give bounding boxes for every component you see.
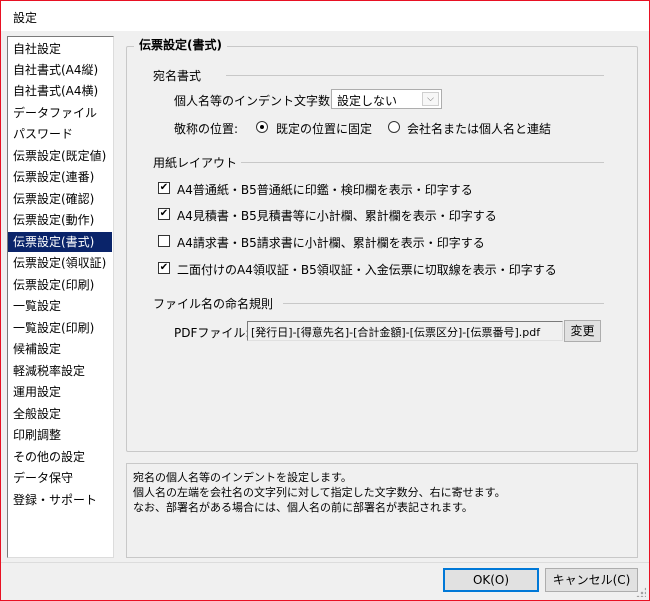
sidebar-item-data-maintenance[interactable]: データ保守 bbox=[8, 468, 112, 488]
checkbox-seal-column-label[interactable]: A4普通紙・B5普通紙に印鑑・検印欄を表示・印字する bbox=[177, 181, 473, 198]
sidebar-item-slip-print[interactable]: 伝票設定(印刷) bbox=[8, 275, 112, 295]
honorific-linked-label[interactable]: 会社名または個人名と連結 bbox=[407, 120, 551, 137]
settings-dialog: 設定 自社設定 自社書式(A4縦) 自社書式(A4横) データファイル パスワー… bbox=[0, 0, 650, 601]
sidebar-item-slip-confirm[interactable]: 伝票設定(確認) bbox=[8, 189, 112, 209]
sidebar-item-data-file[interactable]: データファイル bbox=[8, 103, 112, 123]
sidebar-item-password[interactable]: パスワード bbox=[8, 124, 112, 144]
checkbox-estimate-subtotal[interactable]: ✔ bbox=[158, 208, 170, 220]
pdf-filename-value: [発行日]-[得意先名]-[合計金額]-[伝票区分]-[伝票番号].pdf bbox=[251, 326, 541, 339]
group-title: 伝票設定(書式) bbox=[134, 36, 227, 53]
description-line: 個人名の左端を会社名の文字列に対して指定した文字数分、右に寄せます。 bbox=[133, 486, 506, 499]
checkbox-cut-line[interactable]: ✔ bbox=[158, 262, 170, 274]
sidebar-item-slip-receipt[interactable]: 伝票設定(領収証) bbox=[8, 253, 112, 273]
indent-label: 個人名等のインデント文字数: bbox=[174, 94, 335, 108]
sidebar-item-slip-numbering[interactable]: 伝票設定(連番) bbox=[8, 167, 112, 187]
sidebar-item-candidates[interactable]: 候補設定 bbox=[8, 339, 112, 359]
title-bar: 設定 bbox=[1, 1, 649, 31]
honorific-linked-radio[interactable] bbox=[388, 121, 400, 133]
honorific-label: 敬称の位置: bbox=[174, 122, 239, 136]
sidebar-item-list-print[interactable]: 一覧設定(印刷) bbox=[8, 318, 112, 338]
checkbox-estimate-subtotal-label[interactable]: A4見積書・B5見積書等に小計欄、累計欄を表示・印字する bbox=[177, 207, 497, 224]
settings-category-list[interactable]: 自社設定 自社書式(A4縦) 自社書式(A4横) データファイル パスワード 伝… bbox=[7, 36, 114, 558]
checkbox-invoice-subtotal[interactable] bbox=[158, 235, 170, 247]
indent-select-value: 設定しない bbox=[337, 94, 398, 108]
pdf-filename-field: [発行日]-[得意先名]-[合計金額]-[伝票区分]-[伝票番号].pdf bbox=[247, 321, 563, 341]
address-section-label: 宛名書式 bbox=[153, 67, 206, 84]
checkbox-seal-column[interactable]: ✔ bbox=[158, 182, 170, 194]
honorific-fixed-label[interactable]: 既定の位置に固定 bbox=[276, 120, 372, 137]
footer-divider bbox=[1, 562, 649, 563]
ok-button[interactable]: OK(O) bbox=[443, 568, 539, 592]
chevron-down-icon[interactable]: ⌵ bbox=[422, 92, 439, 106]
section-divider bbox=[238, 162, 604, 163]
sidebar-item-company-format-landscape[interactable]: 自社書式(A4横) bbox=[8, 81, 112, 101]
sidebar-item-slip-format[interactable]: 伝票設定(書式) bbox=[8, 232, 112, 252]
checkbox-invoice-subtotal-label[interactable]: A4請求書・B5請求書に小計欄、累計欄を表示・印字する bbox=[177, 234, 485, 251]
description-line: 宛名の個人名等のインデントを設定します。 bbox=[133, 471, 352, 484]
pdf-filename-label: PDFファイル: bbox=[174, 326, 250, 340]
cancel-button[interactable]: キャンセル(C) bbox=[545, 568, 638, 592]
description-line: なお、部署名がある場合には、個人名の前に部署名が表記されます。 bbox=[133, 501, 473, 514]
sidebar-item-company[interactable]: 自社設定 bbox=[8, 39, 112, 59]
paper-section-label: 用紙レイアウト bbox=[153, 154, 242, 171]
section-divider bbox=[283, 303, 604, 304]
sidebar-item-company-format-portrait[interactable]: 自社書式(A4縦) bbox=[8, 60, 112, 80]
sidebar-item-reduced-tax[interactable]: 軽減税率設定 bbox=[8, 361, 112, 381]
indent-select[interactable]: 設定しない ⌵ bbox=[331, 89, 442, 109]
change-filename-button[interactable]: 変更 bbox=[564, 320, 601, 342]
window-title: 設定 bbox=[13, 11, 38, 25]
sidebar-item-print-adjust[interactable]: 印刷調整 bbox=[8, 425, 112, 445]
sidebar-item-slip-behavior[interactable]: 伝票設定(動作) bbox=[8, 210, 112, 230]
honorific-fixed-radio[interactable] bbox=[256, 121, 268, 133]
checkbox-cut-line-label[interactable]: 二面付けのA4領収証・B5領収証・入金伝票に切取線を表示・印字する bbox=[177, 261, 557, 278]
sidebar-item-other[interactable]: その他の設定 bbox=[8, 447, 112, 467]
description-box: 宛名の個人名等のインデントを設定します。 個人名の左端を会社名の文字列に対して指… bbox=[126, 463, 638, 558]
sidebar-item-operation[interactable]: 運用設定 bbox=[8, 382, 112, 402]
sidebar-item-general[interactable]: 全般設定 bbox=[8, 404, 112, 424]
filename-section-label: ファイル名の命名規則 bbox=[153, 295, 278, 312]
sidebar-item-slip-default[interactable]: 伝票設定(既定値) bbox=[8, 146, 112, 166]
section-divider bbox=[226, 75, 604, 76]
sidebar-item-registration-support[interactable]: 登録・サポート bbox=[8, 490, 112, 510]
sidebar-item-list[interactable]: 一覧設定 bbox=[8, 296, 112, 316]
